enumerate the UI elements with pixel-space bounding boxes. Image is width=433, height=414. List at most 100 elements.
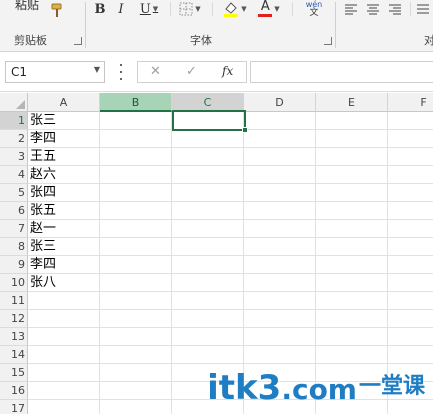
column-header-d[interactable]: D — [244, 93, 316, 112]
bold-button[interactable]: B — [92, 0, 108, 18]
row-header-2[interactable]: 2 — [0, 130, 28, 148]
fill-color-button[interactable]: ▼ — [220, 0, 250, 18]
row-header-3[interactable]: 3 — [0, 148, 28, 166]
cell-d11[interactable] — [244, 292, 316, 310]
align-left-button[interactable] — [342, 0, 360, 18]
row-header-14[interactable]: 14 — [0, 346, 28, 364]
cell-b6[interactable] — [100, 202, 172, 220]
cell-e11[interactable] — [316, 292, 388, 310]
cell-e4[interactable] — [316, 166, 388, 184]
cell-f10[interactable] — [388, 274, 433, 292]
cell-b7[interactable] — [100, 220, 172, 238]
cell-f12[interactable] — [388, 310, 433, 328]
wrap-text-button[interactable] — [414, 0, 432, 18]
cell-c3[interactable] — [172, 148, 244, 166]
cell-b10[interactable] — [100, 274, 172, 292]
cell-b16[interactable] — [100, 382, 172, 400]
cell-c10[interactable] — [172, 274, 244, 292]
cell-f13[interactable] — [388, 328, 433, 346]
cell-c8[interactable] — [172, 238, 244, 256]
cell-e7[interactable] — [316, 220, 388, 238]
italic-button[interactable]: I — [114, 0, 128, 18]
cell-b15[interactable] — [100, 364, 172, 382]
underline-button[interactable]: U ▼ — [136, 0, 162, 18]
format-painter-button[interactable] — [46, 2, 68, 20]
cell-e1[interactable] — [316, 112, 388, 130]
more-options-icon[interactable] — [118, 64, 124, 80]
row-header-4[interactable]: 4 — [0, 166, 28, 184]
column-header-e[interactable]: E — [316, 93, 388, 112]
cell-a10[interactable]: 张八 — [28, 274, 100, 292]
align-right-button[interactable] — [386, 0, 404, 18]
cell-d9[interactable] — [244, 256, 316, 274]
borders-button[interactable]: ▼ — [176, 0, 204, 18]
cell-b11[interactable] — [100, 292, 172, 310]
cell-c14[interactable] — [172, 346, 244, 364]
select-all-corner[interactable] — [0, 93, 28, 112]
cell-f3[interactable] — [388, 148, 433, 166]
cell-e2[interactable] — [316, 130, 388, 148]
cell-f6[interactable] — [388, 202, 433, 220]
row-header-1[interactable]: 1 — [0, 112, 28, 130]
cell-d14[interactable] — [244, 346, 316, 364]
cell-b13[interactable] — [100, 328, 172, 346]
cell-f14[interactable] — [388, 346, 433, 364]
cell-d2[interactable] — [244, 130, 316, 148]
cell-d3[interactable] — [244, 148, 316, 166]
cell-b17[interactable] — [100, 400, 172, 414]
cell-b2[interactable] — [100, 130, 172, 148]
cell-e13[interactable] — [316, 328, 388, 346]
cell-b3[interactable] — [100, 148, 172, 166]
cell-b8[interactable] — [100, 238, 172, 256]
cell-e6[interactable] — [316, 202, 388, 220]
phonetic-guide-button[interactable]: wén 文 — [300, 0, 328, 18]
cell-b1[interactable] — [100, 112, 172, 130]
cell-e12[interactable] — [316, 310, 388, 328]
cell-b4[interactable] — [100, 166, 172, 184]
column-header-a[interactable]: A — [28, 93, 100, 112]
cancel-icon[interactable]: ✕ — [150, 64, 161, 79]
column-header-b[interactable]: B — [100, 93, 172, 112]
row-header-7[interactable]: 7 — [0, 220, 28, 238]
cell-f11[interactable] — [388, 292, 433, 310]
cell-d4[interactable] — [244, 166, 316, 184]
row-header-16[interactable]: 16 — [0, 382, 28, 400]
cell-a2[interactable]: 李四 — [28, 130, 100, 148]
cell-a13[interactable] — [28, 328, 100, 346]
row-header-8[interactable]: 8 — [0, 238, 28, 256]
cell-f9[interactable] — [388, 256, 433, 274]
cell-c9[interactable] — [172, 256, 244, 274]
cell-a3[interactable]: 王五 — [28, 148, 100, 166]
cell-f7[interactable] — [388, 220, 433, 238]
font-launcher-icon[interactable] — [324, 37, 332, 45]
cell-a4[interactable]: 赵六 — [28, 166, 100, 184]
font-color-button[interactable]: A ▼ — [254, 0, 284, 18]
clipboard-launcher-icon[interactable] — [74, 37, 82, 45]
row-header-10[interactable]: 10 — [0, 274, 28, 292]
cell-e9[interactable] — [316, 256, 388, 274]
cell-a1[interactable]: 张三 — [28, 112, 100, 130]
cell-e14[interactable] — [316, 346, 388, 364]
row-header-9[interactable]: 9 — [0, 256, 28, 274]
cell-a6[interactable]: 张五 — [28, 202, 100, 220]
cell-e10[interactable] — [316, 274, 388, 292]
column-header-f[interactable]: F — [388, 93, 433, 112]
cell-a17[interactable] — [28, 400, 100, 414]
cell-d6[interactable] — [244, 202, 316, 220]
cell-f5[interactable] — [388, 184, 433, 202]
cell-b14[interactable] — [100, 346, 172, 364]
cell-a12[interactable] — [28, 310, 100, 328]
cell-c4[interactable] — [172, 166, 244, 184]
cell-a15[interactable] — [28, 364, 100, 382]
chevron-down-icon[interactable]: ▼ — [94, 65, 100, 74]
cell-f8[interactable] — [388, 238, 433, 256]
cell-b9[interactable] — [100, 256, 172, 274]
cell-d13[interactable] — [244, 328, 316, 346]
formula-input[interactable] — [250, 61, 433, 83]
cell-c11[interactable] — [172, 292, 244, 310]
enter-icon[interactable]: ✓ — [186, 64, 197, 79]
row-header-13[interactable]: 13 — [0, 328, 28, 346]
cell-a9[interactable]: 李四 — [28, 256, 100, 274]
cell-a11[interactable] — [28, 292, 100, 310]
align-center-button[interactable] — [364, 0, 382, 18]
